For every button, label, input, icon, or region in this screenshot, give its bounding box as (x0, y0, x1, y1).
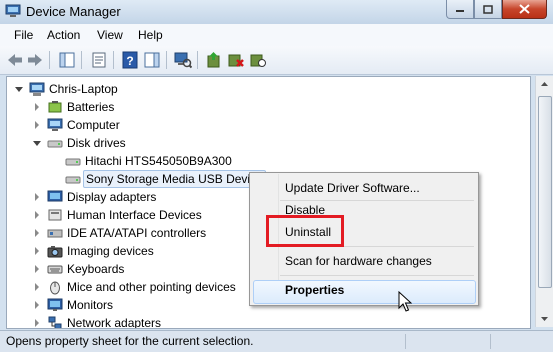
tree-item-label: Computer (67, 118, 120, 132)
tree-item-batteries[interactable]: Batteries (33, 98, 333, 116)
computer-icon (47, 118, 63, 131)
menu-separator (280, 275, 474, 276)
toolbar-separator (166, 51, 167, 69)
properties-icon[interactable] (90, 51, 108, 69)
collapse-arrow-icon[interactable] (15, 87, 23, 92)
update-driver-icon[interactable] (205, 51, 223, 69)
title-bar[interactable]: Device Manager (0, 0, 553, 24)
status-text: Opens property sheet for the current sel… (6, 334, 254, 348)
status-bar: Opens property sheet for the current sel… (0, 330, 553, 352)
tree-root-label: Chris-Laptop (49, 82, 118, 96)
tree-item-label: Batteries (67, 100, 115, 114)
tree-item-label: Mice and other pointing devices (67, 280, 236, 294)
tree-item-label: Sony Storage Media USB Device (83, 170, 266, 188)
menu-bar: File Action View Help (0, 24, 553, 47)
status-separator (490, 334, 491, 349)
mouse-cursor-icon (398, 291, 412, 312)
expand-arrow-icon[interactable] (35, 211, 39, 219)
expand-arrow-icon[interactable] (35, 283, 39, 291)
close-icon (519, 4, 530, 14)
show-hide-action-pane-icon[interactable] (143, 51, 161, 69)
uninstall-icon[interactable] (227, 51, 245, 69)
toolbar: ? (0, 46, 553, 75)
back-icon[interactable] (6, 51, 24, 69)
scroll-up-arrow-icon[interactable] (536, 76, 553, 93)
vertical-scrollbar[interactable] (535, 76, 553, 327)
keyboard-icon (47, 265, 63, 274)
toolbar-separator (113, 51, 114, 69)
tree-item-label: Disk drives (67, 136, 126, 150)
maximize-button[interactable] (474, 0, 502, 19)
tree-item-network-adapters[interactable]: Network adapters (33, 314, 333, 329)
minimize-button[interactable] (446, 0, 474, 19)
display-adapter-icon (47, 190, 63, 202)
menu-item-properties[interactable]: Properties (285, 283, 344, 297)
expand-arrow-icon[interactable] (35, 229, 39, 237)
computer-icon (29, 82, 45, 96)
tree-item-label: Keyboards (67, 262, 125, 276)
network-adapter-icon (48, 316, 62, 328)
svg-text:?: ? (126, 54, 133, 68)
menu-file[interactable]: File (14, 28, 33, 42)
toolbar-separator (197, 51, 198, 69)
scan-computer-icon[interactable] (174, 51, 192, 69)
tree-item-label: Display adapters (67, 190, 157, 204)
ide-controller-icon (47, 229, 63, 238)
disk-drive-icon (65, 176, 81, 184)
menu-view[interactable]: View (97, 28, 123, 42)
scrollbar-thumb[interactable] (538, 96, 552, 288)
tree-item-label: Human Interface Devices (67, 208, 202, 222)
tree-root-node[interactable]: Chris-Laptop (15, 80, 315, 98)
expand-arrow-icon[interactable] (35, 121, 39, 129)
status-separator (405, 334, 406, 349)
disk-drive-icon (47, 140, 63, 148)
menu-help[interactable]: Help (138, 28, 163, 42)
minimize-icon (456, 10, 464, 12)
camera-icon (47, 246, 63, 258)
show-hide-console-tree-icon[interactable] (58, 51, 76, 69)
menu-action[interactable]: Action (47, 28, 80, 42)
tree-item-label: IDE ATA/ATAPI controllers (67, 226, 207, 240)
tree-item-label: Imaging devices (67, 244, 154, 258)
disk-drive-icon (65, 158, 81, 166)
expand-arrow-icon[interactable] (35, 247, 39, 255)
tree-item-hitachi-drive[interactable]: Hitachi HTS545050B9A300 (65, 152, 365, 170)
expand-arrow-icon[interactable] (35, 265, 39, 273)
uninstall-highlight-box (266, 215, 344, 247)
device-manager-window: Device Manager File Action View Help ? C… (0, 0, 553, 352)
device-manager-app-icon (5, 4, 21, 17)
expand-arrow-icon[interactable] (35, 193, 39, 201)
help-icon[interactable]: ? (121, 51, 139, 69)
hid-icon (48, 209, 62, 221)
battery-icon (48, 101, 62, 113)
mouse-icon (50, 281, 60, 295)
maximize-icon (483, 4, 493, 14)
tree-item-computer[interactable]: Computer (33, 116, 333, 134)
toolbar-separator (49, 51, 50, 69)
scan-hardware-icon[interactable] (249, 51, 267, 69)
window-title: Device Manager (26, 4, 121, 19)
tree-item-disk-drives[interactable]: Disk drives (33, 134, 333, 152)
menu-item-scan-hardware[interactable]: Scan for hardware changes (285, 254, 432, 268)
expand-arrow-icon[interactable] (35, 319, 39, 327)
expand-arrow-icon[interactable] (35, 103, 39, 111)
close-button[interactable] (502, 0, 547, 19)
toolbar-separator (81, 51, 82, 69)
menu-item-update-driver[interactable]: Update Driver Software... (285, 181, 420, 195)
collapse-arrow-icon[interactable] (33, 141, 41, 146)
caption-buttons (446, 0, 547, 19)
forward-icon[interactable] (26, 51, 44, 69)
scroll-down-arrow-icon[interactable] (536, 310, 553, 327)
expand-arrow-icon[interactable] (35, 301, 39, 309)
tree-item-label: Monitors (67, 298, 114, 312)
tree-item-label: Hitachi HTS545050B9A300 (85, 154, 232, 168)
monitor-icon (47, 298, 63, 311)
menu-separator (280, 200, 474, 201)
tree-item-label: Network adapters (67, 316, 162, 329)
